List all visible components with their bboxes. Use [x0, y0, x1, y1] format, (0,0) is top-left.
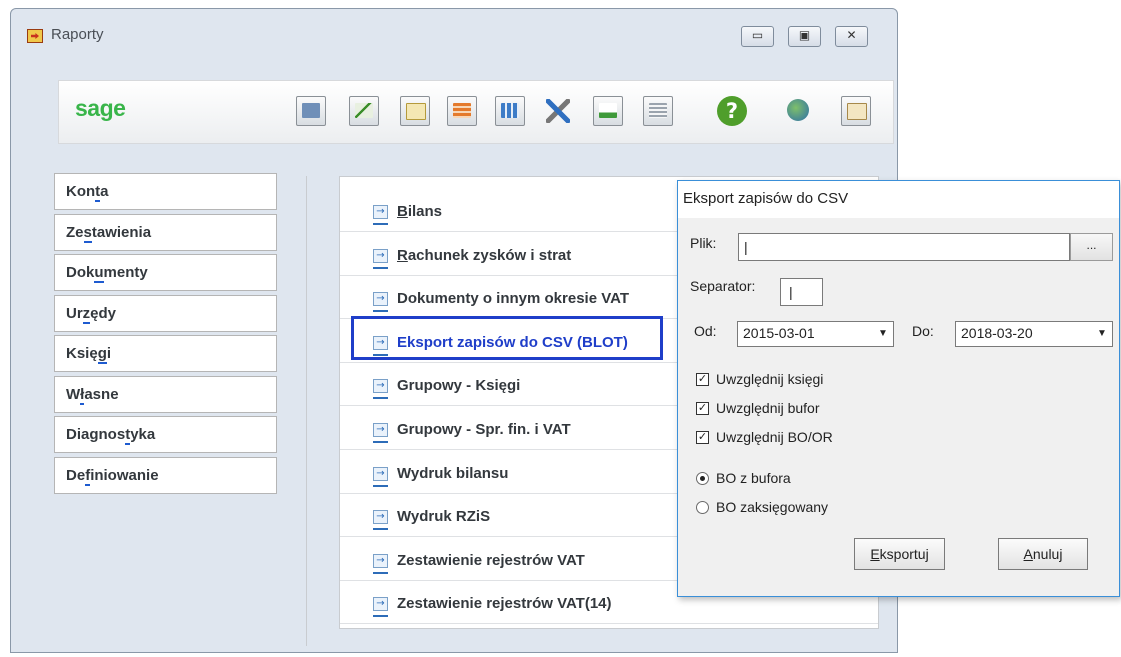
cancel-button[interactable]: Anuluj: [998, 538, 1088, 570]
help-icon[interactable]: ?: [717, 96, 747, 126]
sage-logo: sage: [75, 95, 126, 121]
to-label: Do:: [912, 323, 934, 339]
from-date-select[interactable]: 2015-03-01 ▼: [737, 321, 894, 347]
checkbox-label: Uwzględnij bufor: [716, 400, 820, 416]
nav-item[interactable]: Zestawienia: [54, 213, 277, 251]
arrow-underline: [373, 267, 388, 269]
nav-item[interactable]: Dokumenty: [54, 254, 277, 291]
radio-label: BO z bufora: [716, 470, 791, 486]
checkbox[interactable]: ✓: [696, 373, 709, 386]
arrow-underline: [373, 615, 388, 617]
vat-edit-icon[interactable]: [400, 96, 430, 126]
file-input[interactable]: |: [738, 233, 1070, 261]
arrow-icon: →: [373, 249, 388, 263]
arrow-underline: [373, 572, 388, 574]
app-icon: [27, 29, 43, 43]
report-label: Rachunek zysków i strat: [397, 247, 572, 264]
arrow-icon: →: [373, 554, 388, 568]
from-label: Od:: [694, 323, 717, 339]
checkbox[interactable]: ✓: [696, 431, 709, 444]
left-nav: Konta Zestawienia Dokumenty Urzędy Księgi Wła…: [54, 173, 277, 497]
arrow-icon: →: [373, 597, 388, 611]
nav-item[interactable]: Urzędy: [54, 294, 277, 332]
nav-divider: [306, 176, 307, 646]
highlight-frame: [351, 316, 663, 360]
arrow-icon: →: [373, 510, 388, 524]
close-button[interactable]: ✕: [835, 26, 868, 47]
info-book-icon[interactable]: [841, 96, 871, 126]
report-label: Grupowy - Spr. fin. i VAT: [397, 421, 571, 438]
close-icon: ✕: [846, 28, 857, 42]
chevron-down-icon: ▼: [1097, 328, 1107, 339]
report-label: Grupowy - Księgi: [397, 377, 521, 394]
tools-icon[interactable]: [543, 96, 573, 126]
report-label: Wydruk bilansu: [397, 465, 509, 482]
maximize-icon: ▣: [798, 28, 811, 42]
checkbox-label: Uwzględnij BO/OR: [716, 429, 833, 445]
document-list-icon[interactable]: [643, 96, 673, 126]
nav-item[interactable]: Własne: [54, 375, 277, 413]
radio-label: BO zaksięgowany: [716, 499, 829, 515]
report-label: Zestawienie rejestrów VAT(14): [397, 595, 612, 612]
export-csv-dialog: Eksport zapisów do CSV Plik: | ... Separ…: [677, 180, 1120, 597]
report-label: Dokumenty o innym okresie VAT: [397, 290, 629, 307]
arrow-underline: [373, 397, 388, 399]
separator-label: Separator:: [690, 278, 756, 294]
globe-mail-icon[interactable]: [785, 96, 815, 126]
arrow-icon: →: [373, 292, 388, 306]
chart-window-icon[interactable]: [349, 96, 379, 126]
separator-input[interactable]: |: [780, 278, 823, 306]
arrow-icon: →: [373, 205, 388, 219]
arrow-underline: [373, 310, 388, 312]
nav-item[interactable]: Diagnostyka: [54, 416, 277, 453]
arrow-icon: →: [373, 379, 388, 393]
browse-button[interactable]: ...: [1070, 233, 1113, 261]
minimize-button[interactable]: ▭: [741, 26, 774, 47]
table-print-icon[interactable]: [447, 96, 477, 126]
export-button[interactable]: Eksportuj: [854, 538, 945, 570]
arrow-icon: →: [373, 423, 388, 437]
nav-item[interactable]: Definiowanie: [54, 456, 277, 494]
arrow-icon: →: [373, 467, 388, 481]
toolbar: sage ?: [58, 80, 894, 144]
from-date-value: 2015-03-01: [743, 325, 815, 341]
arrow-underline: [373, 485, 388, 487]
checkbox-label: Uwzględnij księgi: [716, 371, 824, 387]
radio-button[interactable]: [696, 472, 709, 485]
maximize-button[interactable]: ▣: [788, 26, 821, 47]
dialog-title: Eksport zapisów do CSV: [678, 181, 1119, 218]
minimize-icon: ▭: [751, 28, 764, 42]
to-date-value: 2018-03-20: [961, 325, 1033, 341]
arrow-underline: [373, 528, 388, 530]
nav-item[interactable]: Księgi: [54, 335, 277, 372]
ledger-icon[interactable]: [296, 96, 326, 126]
arrow-underline: [373, 223, 388, 225]
radio-button[interactable]: [696, 501, 709, 514]
report-label: Bilans: [397, 203, 443, 220]
arrow-underline: [373, 441, 388, 443]
chevron-down-icon: ▼: [878, 328, 888, 339]
report-label: Zestawienie rejestrów VAT: [397, 552, 585, 569]
window-title: Raporty: [51, 26, 104, 43]
title-bar[interactable]: Raporty ▭ ▣ ✕: [11, 9, 897, 57]
nav-item[interactable]: Konta: [54, 173, 277, 210]
checkbox[interactable]: ✓: [696, 402, 709, 415]
report-label: Wydruk RZiS: [397, 508, 491, 525]
file-label: Plik:: [690, 235, 717, 251]
growth-chart-icon[interactable]: [593, 96, 623, 126]
columns-icon[interactable]: [495, 96, 525, 126]
to-date-select[interactable]: 2018-03-20 ▼: [955, 321, 1113, 347]
